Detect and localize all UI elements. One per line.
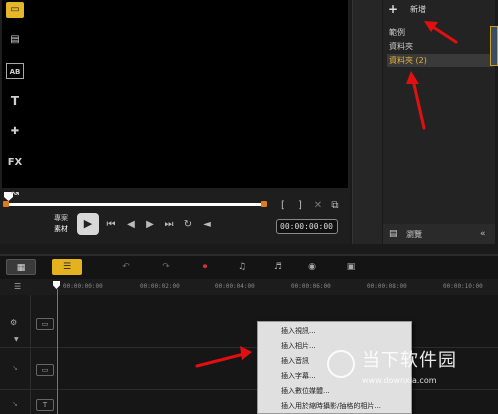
mode-selector[interactable]: 專案 素材 bbox=[54, 213, 76, 235]
watermark-title: 当下软件园 bbox=[362, 350, 457, 371]
ruler-tick-label: 00:00:06:00 bbox=[291, 283, 331, 290]
path-icon[interactable]: ↝ bbox=[6, 186, 24, 202]
timeline-view-button[interactable]: ☰ bbox=[52, 259, 82, 275]
chevron-down-icon[interactable]: ▼ bbox=[14, 336, 19, 343]
mode-project-label[interactable]: 專案 bbox=[54, 213, 76, 224]
fx-icon[interactable]: FX bbox=[6, 155, 24, 171]
ruler-tick-label: 00:00:08:00 bbox=[367, 283, 407, 290]
collapse-library-button[interactable]: « bbox=[480, 229, 486, 239]
library-category-toolbar bbox=[352, 0, 382, 244]
watermark-logo bbox=[327, 350, 355, 378]
track-divider bbox=[0, 389, 498, 390]
mark-in-button[interactable]: [ bbox=[276, 199, 290, 213]
storyboard-view-button[interactable]: ▦ bbox=[6, 259, 36, 275]
subtitle-editor-icon[interactable]: ▣ bbox=[343, 259, 359, 275]
next-frame-icon[interactable]: ▶ bbox=[143, 218, 157, 232]
title-icon[interactable]: T bbox=[6, 93, 24, 109]
add-folder-icon[interactable]: + bbox=[388, 2, 398, 16]
media-thumbnail[interactable] bbox=[490, 26, 498, 66]
show-all-tracks-icon[interactable]: ☰ bbox=[14, 282, 21, 291]
tree-item-folder[interactable]: 資料夾 bbox=[387, 40, 493, 53]
title-track-toggle-icon[interactable]: ↘ bbox=[12, 400, 18, 408]
instant-project-icon[interactable]: ▤ bbox=[6, 32, 24, 48]
menu-item-insert-video[interactable]: 插入視訊... bbox=[281, 325, 409, 338]
go-end-icon[interactable]: ⏭ bbox=[162, 218, 176, 232]
track-manager-icon[interactable]: ⚙ bbox=[10, 318, 17, 327]
redo-icon[interactable]: ↷ bbox=[158, 259, 174, 275]
sound-mixer-icon[interactable]: ♫ bbox=[234, 259, 250, 275]
video-preview-screen[interactable] bbox=[2, 0, 348, 188]
motion-tracking-icon[interactable]: ◉ bbox=[304, 259, 320, 275]
browse-button[interactable]: 瀏覽 bbox=[406, 229, 422, 240]
mark-out-button[interactable]: ] bbox=[293, 199, 307, 213]
tree-item-sample[interactable]: 範例 bbox=[387, 26, 493, 39]
overlay-track-icon[interactable]: ▭ bbox=[36, 364, 54, 376]
tree-item-folder-2[interactable]: 資料夾 (2) bbox=[387, 54, 493, 67]
ruler-tick-label: 00:00:02:00 bbox=[140, 283, 180, 290]
ruler-tick-label: 00:00:04:00 bbox=[215, 283, 255, 290]
go-start-icon[interactable]: ⏮ bbox=[104, 218, 118, 232]
record-capture-icon[interactable]: ⏺ bbox=[197, 259, 213, 275]
video-track-icon[interactable]: ▭ bbox=[36, 318, 54, 330]
menu-item-insert-digital-media[interactable]: 插入數位媒體... bbox=[281, 385, 409, 398]
watermark-url: www.downxia.com bbox=[362, 376, 437, 385]
title-track-icon[interactable]: T bbox=[36, 399, 54, 411]
library-bottom-bar bbox=[383, 224, 495, 244]
mode-clip-label[interactable]: 素材 bbox=[54, 224, 76, 235]
enlarge-preview-button[interactable]: ⧉ bbox=[328, 199, 342, 213]
timecode-display[interactable]: 00:00:00:00 bbox=[276, 219, 338, 234]
browse-icon[interactable]: ▤ bbox=[389, 229, 398, 239]
repeat-icon[interactable]: ↻ bbox=[181, 218, 195, 232]
graphic-icon[interactable]: ✚ bbox=[6, 124, 24, 140]
undo-icon[interactable]: ↶ bbox=[118, 259, 134, 275]
ruler-tick-label: 00:00:10:00 bbox=[443, 283, 483, 290]
track-headers bbox=[0, 295, 56, 414]
playhead-line bbox=[57, 289, 58, 414]
split-clip-button[interactable]: ✕ bbox=[311, 199, 325, 213]
play-button[interactable]: ▶ bbox=[77, 213, 99, 235]
volume-icon[interactable]: ◄ bbox=[200, 218, 214, 232]
new-folder-button[interactable]: 新增 bbox=[410, 4, 426, 15]
transition-icon[interactable]: AB bbox=[6, 63, 24, 79]
trim-out-handle[interactable] bbox=[261, 201, 267, 207]
menu-item-insert-timelapse-photo[interactable]: 插入用於縮時攝影/抽格的相片... bbox=[281, 400, 409, 413]
ruler-tick-label: 00:00:00:00 bbox=[63, 283, 103, 290]
prev-frame-icon[interactable]: ◀ bbox=[124, 218, 138, 232]
track-divider bbox=[30, 295, 31, 414]
scrubber-track[interactable] bbox=[6, 203, 266, 206]
overlay-track-toggle-icon[interactable]: ↘ bbox=[12, 364, 18, 372]
media-icon[interactable]: ▭ bbox=[6, 2, 24, 18]
auto-music-icon[interactable]: ♬ bbox=[270, 259, 286, 275]
